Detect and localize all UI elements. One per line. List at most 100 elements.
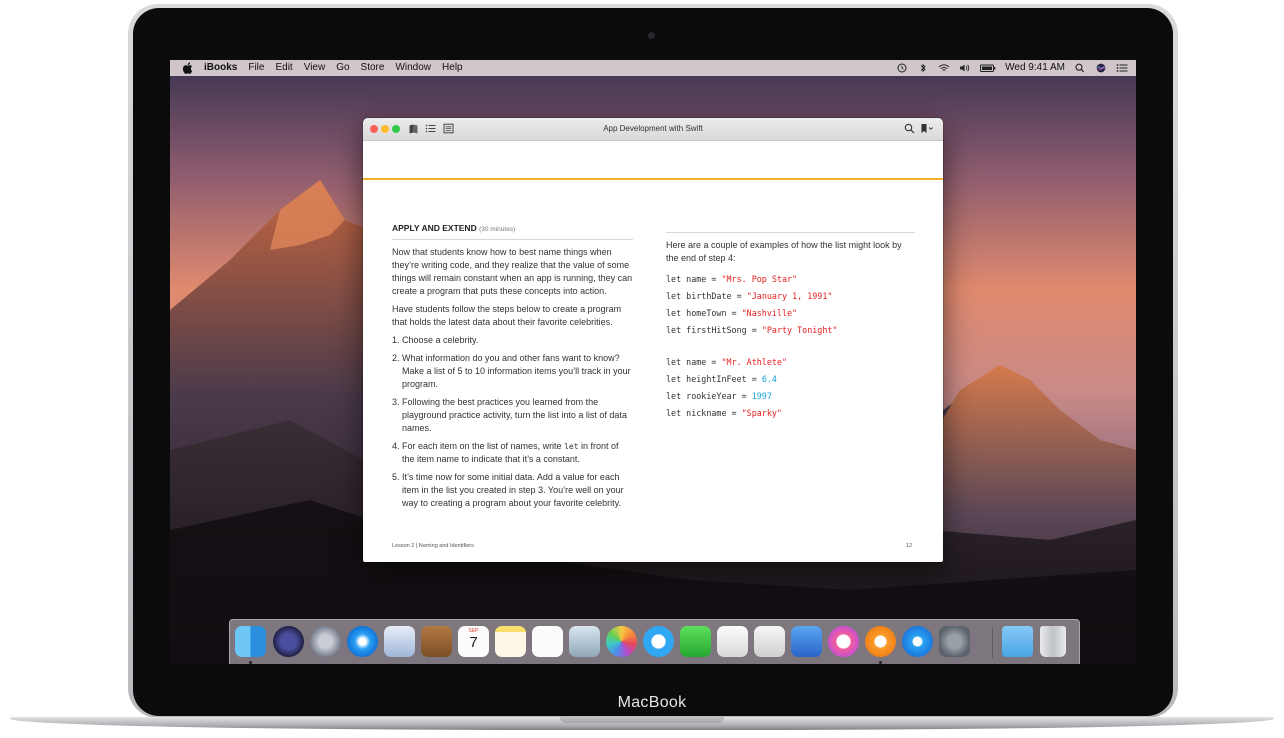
intro-paragraph: Have students follow the steps below to … (392, 304, 622, 327)
table-of-contents-icon[interactable] (425, 123, 436, 134)
step-number: 5. (392, 472, 400, 482)
app-store-icon[interactable] (902, 626, 933, 657)
preview-icon[interactable] (569, 626, 600, 657)
step-item: 2. What information do you and other fan… (392, 352, 633, 391)
code-line: let name = "Mrs. Pop Star" (666, 271, 915, 288)
intro-paragraph: Now that students know how to best name … (392, 247, 633, 296)
section-title: APPLY AND EXTEND (392, 223, 477, 233)
menu-go[interactable]: Go (336, 60, 349, 76)
code-prefix: let rookieYear = (666, 391, 752, 401)
wifi-icon[interactable] (938, 63, 950, 73)
ibooks-icon[interactable] (865, 626, 896, 657)
siri-icon[interactable] (273, 626, 304, 657)
code-prefix: let homeTown = (666, 308, 742, 318)
menu-app-name[interactable]: iBooks (204, 60, 237, 76)
code-prefix: let birthDate = (666, 291, 747, 301)
right-column: Here are a couple of examples of how the… (666, 222, 915, 422)
code-prefix: let firstHitSong = (666, 325, 762, 335)
step-text: Choose a celebrity. (402, 335, 479, 345)
step-item: 5. It’s time now for some initial data. … (392, 471, 633, 510)
code-prefix: let nickname = (666, 408, 742, 418)
code-example-2: let name = "Mr. Athlete" let heightInFee… (666, 354, 915, 422)
menu-view[interactable]: View (304, 60, 326, 76)
trash-icon[interactable] (1040, 626, 1066, 657)
step-text: What information do you and other fans w… (402, 353, 631, 389)
itunes-icon[interactable] (828, 626, 859, 657)
dock: SEP 7 (229, 619, 1080, 664)
code-prefix: let heightInFeet = (666, 374, 762, 384)
messages-icon[interactable] (643, 626, 674, 657)
notification-center-icon[interactable] (1116, 63, 1128, 73)
siri-icon[interactable] (1095, 63, 1107, 73)
code-value: 6.4 (761, 374, 777, 384)
menu-help[interactable]: Help (442, 60, 463, 76)
device-brand-label: MacBook (617, 694, 687, 711)
examples-intro: Here are a couple of examples of how the… (666, 240, 902, 263)
reminders-icon[interactable] (532, 626, 563, 657)
screen: iBooks File Edit View Go Store Window He… (170, 60, 1136, 664)
code-value: 1997 (751, 391, 772, 401)
finder-icon[interactable] (235, 626, 266, 657)
camera-icon (648, 32, 655, 39)
step-number: 1. (392, 335, 400, 345)
step-text: For each item on the list of names, writ… (402, 440, 633, 466)
launchpad-icon[interactable] (310, 626, 341, 657)
code-prefix: let name = (666, 357, 722, 367)
battery-icon[interactable] (980, 63, 996, 73)
window-titlebar[interactable]: App Development with Swift (363, 118, 943, 141)
menu-store[interactable]: Store (361, 60, 385, 76)
system-preferences-icon[interactable] (939, 626, 970, 657)
code-value: "Mr. Athlete" (721, 357, 788, 367)
time-machine-icon[interactable] (896, 63, 908, 73)
left-column: APPLY AND EXTEND (30 minutes) Now that s… (392, 222, 633, 515)
code-value: "Nashville" (741, 308, 798, 318)
code-line: let heightInFeet = 6.4 (666, 371, 915, 388)
code-line: let firstHitSong = "Party Tonight" (666, 322, 915, 339)
calendar-icon[interactable]: SEP 7 (458, 626, 489, 657)
code-line: let rookieYear = 1997 (666, 388, 915, 405)
apple-menu-icon[interactable] (183, 62, 193, 74)
notes-icon[interactable] (443, 123, 454, 134)
bookmark-icon[interactable] (920, 123, 934, 134)
notes-icon[interactable] (495, 626, 526, 657)
dock-separator (992, 628, 993, 658)
step-text-before: For each item on the list of names, writ… (402, 441, 565, 451)
column-rule (666, 232, 915, 233)
library-icon[interactable] (408, 123, 419, 134)
photos-icon[interactable] (606, 626, 637, 657)
safari-icon[interactable] (347, 626, 378, 657)
minimize-button[interactable] (381, 125, 389, 133)
step-text: It’s time now for some initial data. Add… (402, 472, 624, 508)
running-indicator (249, 661, 252, 664)
step-item: 4. For each item on the list of names, w… (392, 440, 633, 466)
numbers-icon[interactable] (754, 626, 785, 657)
status-menus: Wed 9:41 AM (896, 60, 1128, 76)
step-item: 1. Choose a celebrity. (392, 334, 633, 347)
menu-file[interactable]: File (248, 60, 264, 76)
search-icon[interactable] (904, 123, 915, 134)
step-text: Following the best practices you learned… (402, 397, 627, 433)
close-button[interactable] (370, 125, 378, 133)
fullscreen-button[interactable] (392, 125, 400, 133)
step-item: 3. Following the best practices you lear… (392, 396, 633, 435)
code-value: "Party Tonight" (761, 325, 838, 335)
step-number: 4. (392, 441, 400, 451)
downloads-folder-icon[interactable] (1002, 626, 1033, 657)
contacts-icon[interactable] (421, 626, 452, 657)
spotlight-icon[interactable] (1074, 63, 1086, 73)
code-value: "January 1, 1991" (746, 291, 833, 301)
page-footer-lesson: Lesson 2 | Naming and Identifiers (392, 543, 474, 549)
facetime-icon[interactable] (680, 626, 711, 657)
laptop-opening-notch (560, 717, 724, 723)
mail-icon[interactable] (384, 626, 415, 657)
pages-icon[interactable] (717, 626, 748, 657)
menu-window[interactable]: Window (395, 60, 431, 76)
menu-edit[interactable]: Edit (275, 60, 292, 76)
running-indicator (879, 661, 882, 664)
keynote-icon[interactable] (791, 626, 822, 657)
bluetooth-icon[interactable] (917, 63, 929, 73)
volume-icon[interactable] (959, 63, 971, 73)
code-value: "Mrs. Pop Star" (721, 274, 798, 284)
code-prefix: let name = (666, 274, 722, 284)
menubar-clock[interactable]: Wed 9:41 AM (1005, 60, 1065, 76)
